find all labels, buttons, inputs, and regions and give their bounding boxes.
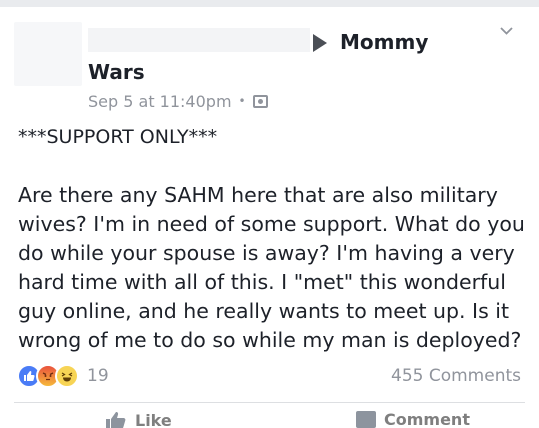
action-bar-divider: [14, 402, 525, 403]
post-body: Are there any SAHM here that are also mi…: [18, 183, 525, 352]
comment-icon: [356, 411, 376, 428]
reactions-summary[interactable]: 19: [17, 362, 109, 390]
post-meta: Sep 5 at 11:40pm •: [88, 91, 268, 111]
like-button[interactable]: Like: [105, 410, 172, 428]
meta-separator: •: [238, 94, 246, 108]
post-title-line: ***SUPPORT ONLY***: [18, 126, 218, 148]
triangle-arrow-icon: [313, 34, 327, 52]
author-name-redacted: [88, 28, 310, 52]
group-name[interactable]: Mommy: [340, 28, 428, 56]
group-privacy-icon[interactable]: [252, 94, 268, 108]
thumbs-up-icon: [106, 412, 126, 428]
like-label: Like: [135, 410, 172, 428]
top-divider-strip: [0, 0, 539, 7]
timestamp[interactable]: Sep 5 at 11:40pm: [88, 92, 232, 111]
haha-reaction-icon: [55, 364, 79, 388]
group-name-continued[interactable]: Wars: [88, 58, 145, 86]
chevron-down-icon[interactable]: [500, 24, 513, 37]
comment-label: Comment: [384, 410, 470, 428]
comments-count-link[interactable]: 455 Comments: [391, 366, 521, 386]
avatar[interactable]: [14, 22, 82, 86]
comment-button[interactable]: Comment: [356, 410, 470, 428]
reaction-count: 19: [87, 366, 109, 386]
